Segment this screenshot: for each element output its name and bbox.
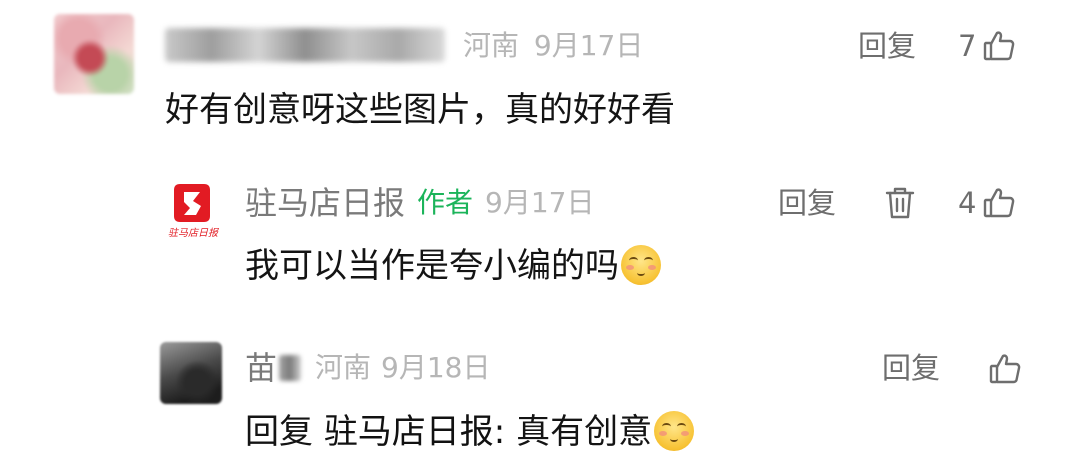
shy-smile-emoji [654, 411, 695, 451]
reply-text-content: 我可以当作是夸小编的吗 [245, 246, 619, 286]
logo-caption: 驻马店日报 [168, 228, 218, 239]
replier-name-redacted [279, 355, 302, 381]
reply-date: 9月17日 [485, 186, 595, 219]
replier-name[interactable]: 苗 [245, 348, 277, 388]
reply-button[interactable]: 回复 [858, 26, 916, 66]
author-header: 驻马店日报 作者 9月17日 [245, 183, 594, 223]
comment-date: 9月17日 [533, 29, 644, 62]
replier-header: 苗 河南 9月18日 [245, 348, 490, 388]
thumbs-up-icon [982, 186, 1016, 220]
reply-text: 我可以当作是夸小编的吗 [245, 244, 661, 288]
reply-prefix: 回复 [245, 412, 313, 452]
reply-date: 9月18日 [381, 351, 491, 384]
author-avatar[interactable]: 驻马店日报 [160, 176, 226, 242]
comment-text: 好有创意呀这些图片，真的好好看 [165, 90, 675, 130]
like-count: 4 [958, 186, 977, 220]
like-button[interactable]: 4 [958, 183, 1016, 223]
shy-smile-emoji [621, 245, 661, 285]
reply-button[interactable]: 回复 [778, 183, 836, 223]
thumbs-up-icon [982, 29, 1016, 63]
reply-text: 回复 驻马店日报: 真有创意 [245, 410, 695, 454]
comment-location: 河南 [463, 29, 520, 62]
replier-location: 河南 [315, 351, 372, 384]
reply-target-link[interactable]: 驻马店日报: [324, 412, 505, 452]
reply-text-content: 真有创意 [516, 412, 653, 452]
reply-button[interactable]: 回复 [882, 348, 940, 388]
like-button[interactable]: 7 [958, 26, 1016, 66]
commenter-avatar[interactable] [54, 14, 134, 94]
author-name[interactable]: 驻马店日报 [245, 183, 405, 223]
trash-icon[interactable] [884, 185, 916, 221]
replier-avatar[interactable] [160, 342, 222, 404]
thumbs-up-icon[interactable] [988, 352, 1022, 386]
like-count: 7 [958, 29, 977, 63]
commenter-name-redacted[interactable] [165, 28, 445, 62]
comment-meta: 河南 9月17日 [463, 26, 643, 66]
author-badge: 作者 [417, 186, 474, 219]
